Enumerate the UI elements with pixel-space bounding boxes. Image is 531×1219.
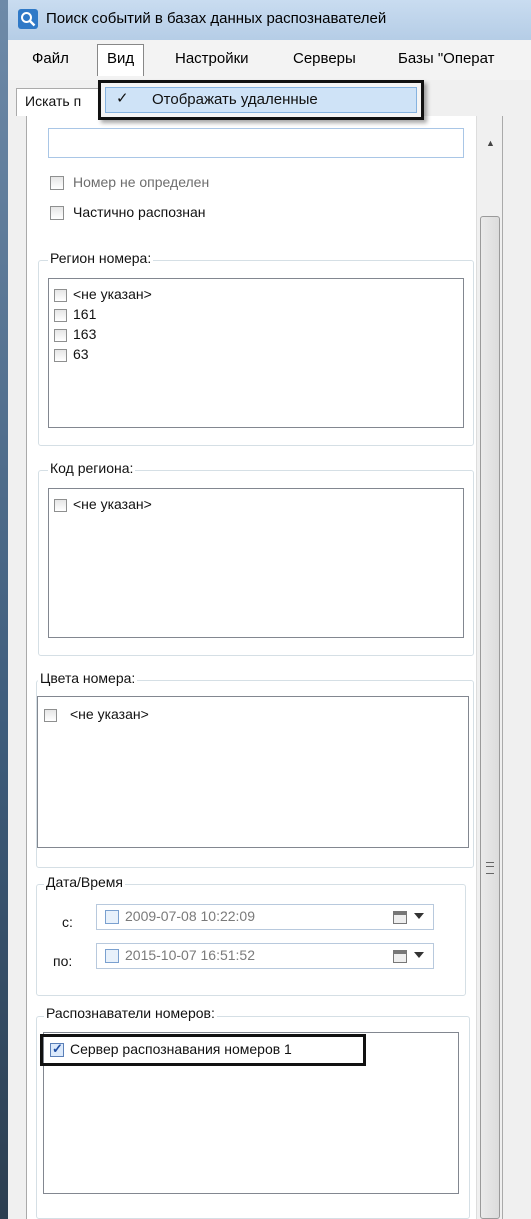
region-item-label: 161	[73, 306, 97, 322]
date-from-checkbox[interactable]	[105, 910, 119, 924]
menu-servers[interactable]: Серверы	[293, 50, 356, 67]
menu-settings[interactable]: Настройки	[175, 50, 249, 67]
menu-databases[interactable]: Базы "Операт	[398, 50, 495, 67]
partial-label: Частично распознан	[73, 204, 206, 220]
recognizers-group-title: Распознаватели номеров:	[44, 1005, 217, 1021]
highlight-frame	[40, 1034, 366, 1066]
datetime-group-title: Дата/Время	[44, 874, 126, 890]
region-group-title: Регион номера:	[48, 250, 154, 266]
region-item-label: 163	[73, 326, 97, 342]
region-code-group-title: Код региона:	[48, 460, 136, 476]
date-from-label: с:	[62, 914, 73, 930]
region-code-item-checkbox[interactable]	[54, 499, 67, 512]
region-item-checkbox[interactable]	[54, 329, 67, 342]
partial-checkbox[interactable]	[50, 206, 64, 220]
menu-bar: Файл Вид Настройки Серверы Базы "Операт	[8, 40, 531, 81]
dropdown-arrow-icon[interactable]	[414, 913, 424, 919]
region-code-list[interactable]: <не указан>	[48, 488, 464, 638]
plate-color-list[interactable]: <не указан>	[37, 696, 469, 848]
calendar-icon[interactable]	[393, 911, 407, 924]
date-to-picker[interactable]: 2015-10-07 16:51:52	[96, 943, 434, 969]
tab-search[interactable]: Искать п	[16, 88, 106, 116]
calendar-icon[interactable]	[393, 950, 407, 963]
datetime-group	[36, 884, 466, 996]
date-from-value: 2009-07-08 10:22:09	[125, 908, 255, 924]
plate-color-item-label: <не указан>	[70, 706, 149, 722]
checkmark-icon: ✓	[116, 90, 129, 107]
view-menu-dropdown: ✓ Отображать удаленные	[98, 80, 424, 120]
scroll-thumb[interactable]	[480, 216, 500, 1219]
search-icon	[18, 9, 38, 29]
plate-color-group-title: Цвета номера:	[38, 670, 138, 686]
date-to-value: 2015-10-07 16:51:52	[125, 947, 255, 963]
region-item-label: 63	[73, 346, 89, 362]
show-deleted-label: Отображать удаленные	[152, 91, 318, 108]
desktop-edge	[0, 0, 8, 1219]
right-frame	[502, 116, 524, 1219]
window-title: Поиск событий в базах данных распознават…	[46, 10, 387, 27]
not-determined-label: Номер не определен	[73, 174, 210, 190]
title-bar: Поиск событий в базах данных распознават…	[8, 0, 531, 40]
not-determined-checkbox[interactable]	[50, 176, 64, 190]
menu-file[interactable]: Файл	[32, 50, 69, 67]
region-list[interactable]: <не указан> 161 163 63	[48, 278, 464, 428]
region-item-checkbox[interactable]	[54, 349, 67, 362]
region-code-item-label: <не указан>	[73, 496, 152, 512]
region-item-label: <не указан>	[73, 286, 152, 302]
plate-color-item-checkbox[interactable]	[44, 709, 57, 722]
scrollbar[interactable]: ▲	[476, 116, 503, 1219]
plate-number-input[interactable]	[48, 128, 464, 158]
region-item-checkbox[interactable]	[54, 309, 67, 322]
date-to-label: по:	[53, 953, 73, 969]
date-to-checkbox[interactable]	[105, 949, 119, 963]
scroll-up-arrow-icon[interactable]: ▲	[486, 138, 495, 148]
dropdown-arrow-icon[interactable]	[414, 952, 424, 958]
region-item-checkbox[interactable]	[54, 289, 67, 302]
show-deleted-menu-item[interactable]: ✓ Отображать удаленные	[105, 87, 417, 113]
date-from-picker[interactable]: 2009-07-08 10:22:09	[96, 904, 434, 930]
grip-icon	[486, 862, 494, 874]
menu-view[interactable]: Вид	[97, 44, 145, 76]
